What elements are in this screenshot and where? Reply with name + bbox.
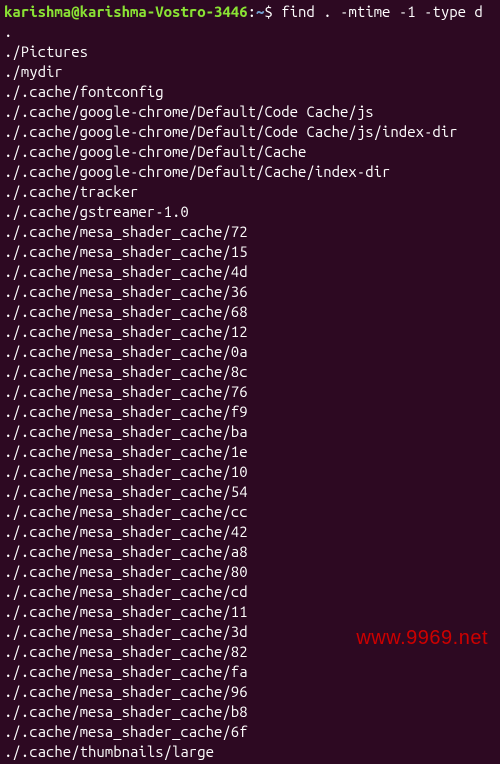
output-line: ./.cache/mesa_shader_cache/cc: [4, 502, 496, 522]
command-text: find . -mtime -1 -type d: [281, 3, 483, 20]
output-line: ./.cache/mesa_shader_cache/80: [4, 562, 496, 582]
output-line: ./.cache/mesa_shader_cache/b8: [4, 702, 496, 722]
prompt-dollar: $: [264, 3, 281, 20]
output-line: ./.cache/mesa_shader_cache/4d: [4, 262, 496, 282]
output-line: ./.cache/mesa_shader_cache/ba: [4, 422, 496, 442]
prompt-line: karishma@karishma-Vostro-3446:~$ find . …: [4, 2, 496, 22]
output-line: ./.cache/mesa_shader_cache/72: [4, 222, 496, 242]
output-line: ./.cache/mesa_shader_cache/a8: [4, 542, 496, 562]
output-line: ./.cache/mesa_shader_cache/6f: [4, 722, 496, 742]
output-line: ./.cache/mesa_shader_cache/12: [4, 322, 496, 342]
terminal-window[interactable]: karishma@karishma-Vostro-3446:~$ find . …: [0, 0, 500, 764]
output-line: ./.cache/mesa_shader_cache/68: [4, 302, 496, 322]
output-line: ./.cache/mesa_shader_cache/10: [4, 462, 496, 482]
output-line: .: [4, 22, 496, 42]
output-line: ./.cache/mesa_shader_cache/fa: [4, 662, 496, 682]
output-line: ./Pictures: [4, 42, 496, 62]
output-line: ./.cache/tracker: [4, 182, 496, 202]
output-line: ./.cache/mesa_shader_cache/42: [4, 522, 496, 542]
output-line: ./.cache/google-chrome/Default/Cache/ind…: [4, 162, 496, 182]
output-line: ./mydir: [4, 62, 496, 82]
watermark-text: www.9969.net: [356, 628, 488, 648]
command-output: ../Pictures./mydir./.cache/fontconfig./.…: [4, 22, 496, 762]
output-line: ./.cache/mesa_shader_cache/15: [4, 242, 496, 262]
output-line: ./.cache/gstreamer-1.0: [4, 202, 496, 222]
output-line: ./.cache/google-chrome/Default/Code Cach…: [4, 102, 496, 122]
output-line: ./.cache/google-chrome/Default/Code Cach…: [4, 122, 496, 142]
prompt-colon: :: [248, 3, 256, 20]
output-line: ./.cache/mesa_shader_cache/76: [4, 382, 496, 402]
output-line: ./.cache/thumbnails/large: [4, 742, 496, 762]
output-line: ./.cache/fontconfig: [4, 82, 496, 102]
output-line: ./.cache/mesa_shader_cache/1e: [4, 442, 496, 462]
output-line: ./.cache/mesa_shader_cache/11: [4, 602, 496, 622]
output-line: ./.cache/google-chrome/Default/Cache: [4, 142, 496, 162]
output-line: ./.cache/mesa_shader_cache/96: [4, 682, 496, 702]
output-line: ./.cache/mesa_shader_cache/54: [4, 482, 496, 502]
output-line: ./.cache/mesa_shader_cache/8c: [4, 362, 496, 382]
output-line: ./.cache/mesa_shader_cache/f9: [4, 402, 496, 422]
output-line: ./.cache/mesa_shader_cache/cd: [4, 582, 496, 602]
output-line: ./.cache/mesa_shader_cache/36: [4, 282, 496, 302]
prompt-user-host: karishma@karishma-Vostro-3446: [4, 3, 248, 20]
output-line: ./.cache/mesa_shader_cache/0a: [4, 342, 496, 362]
